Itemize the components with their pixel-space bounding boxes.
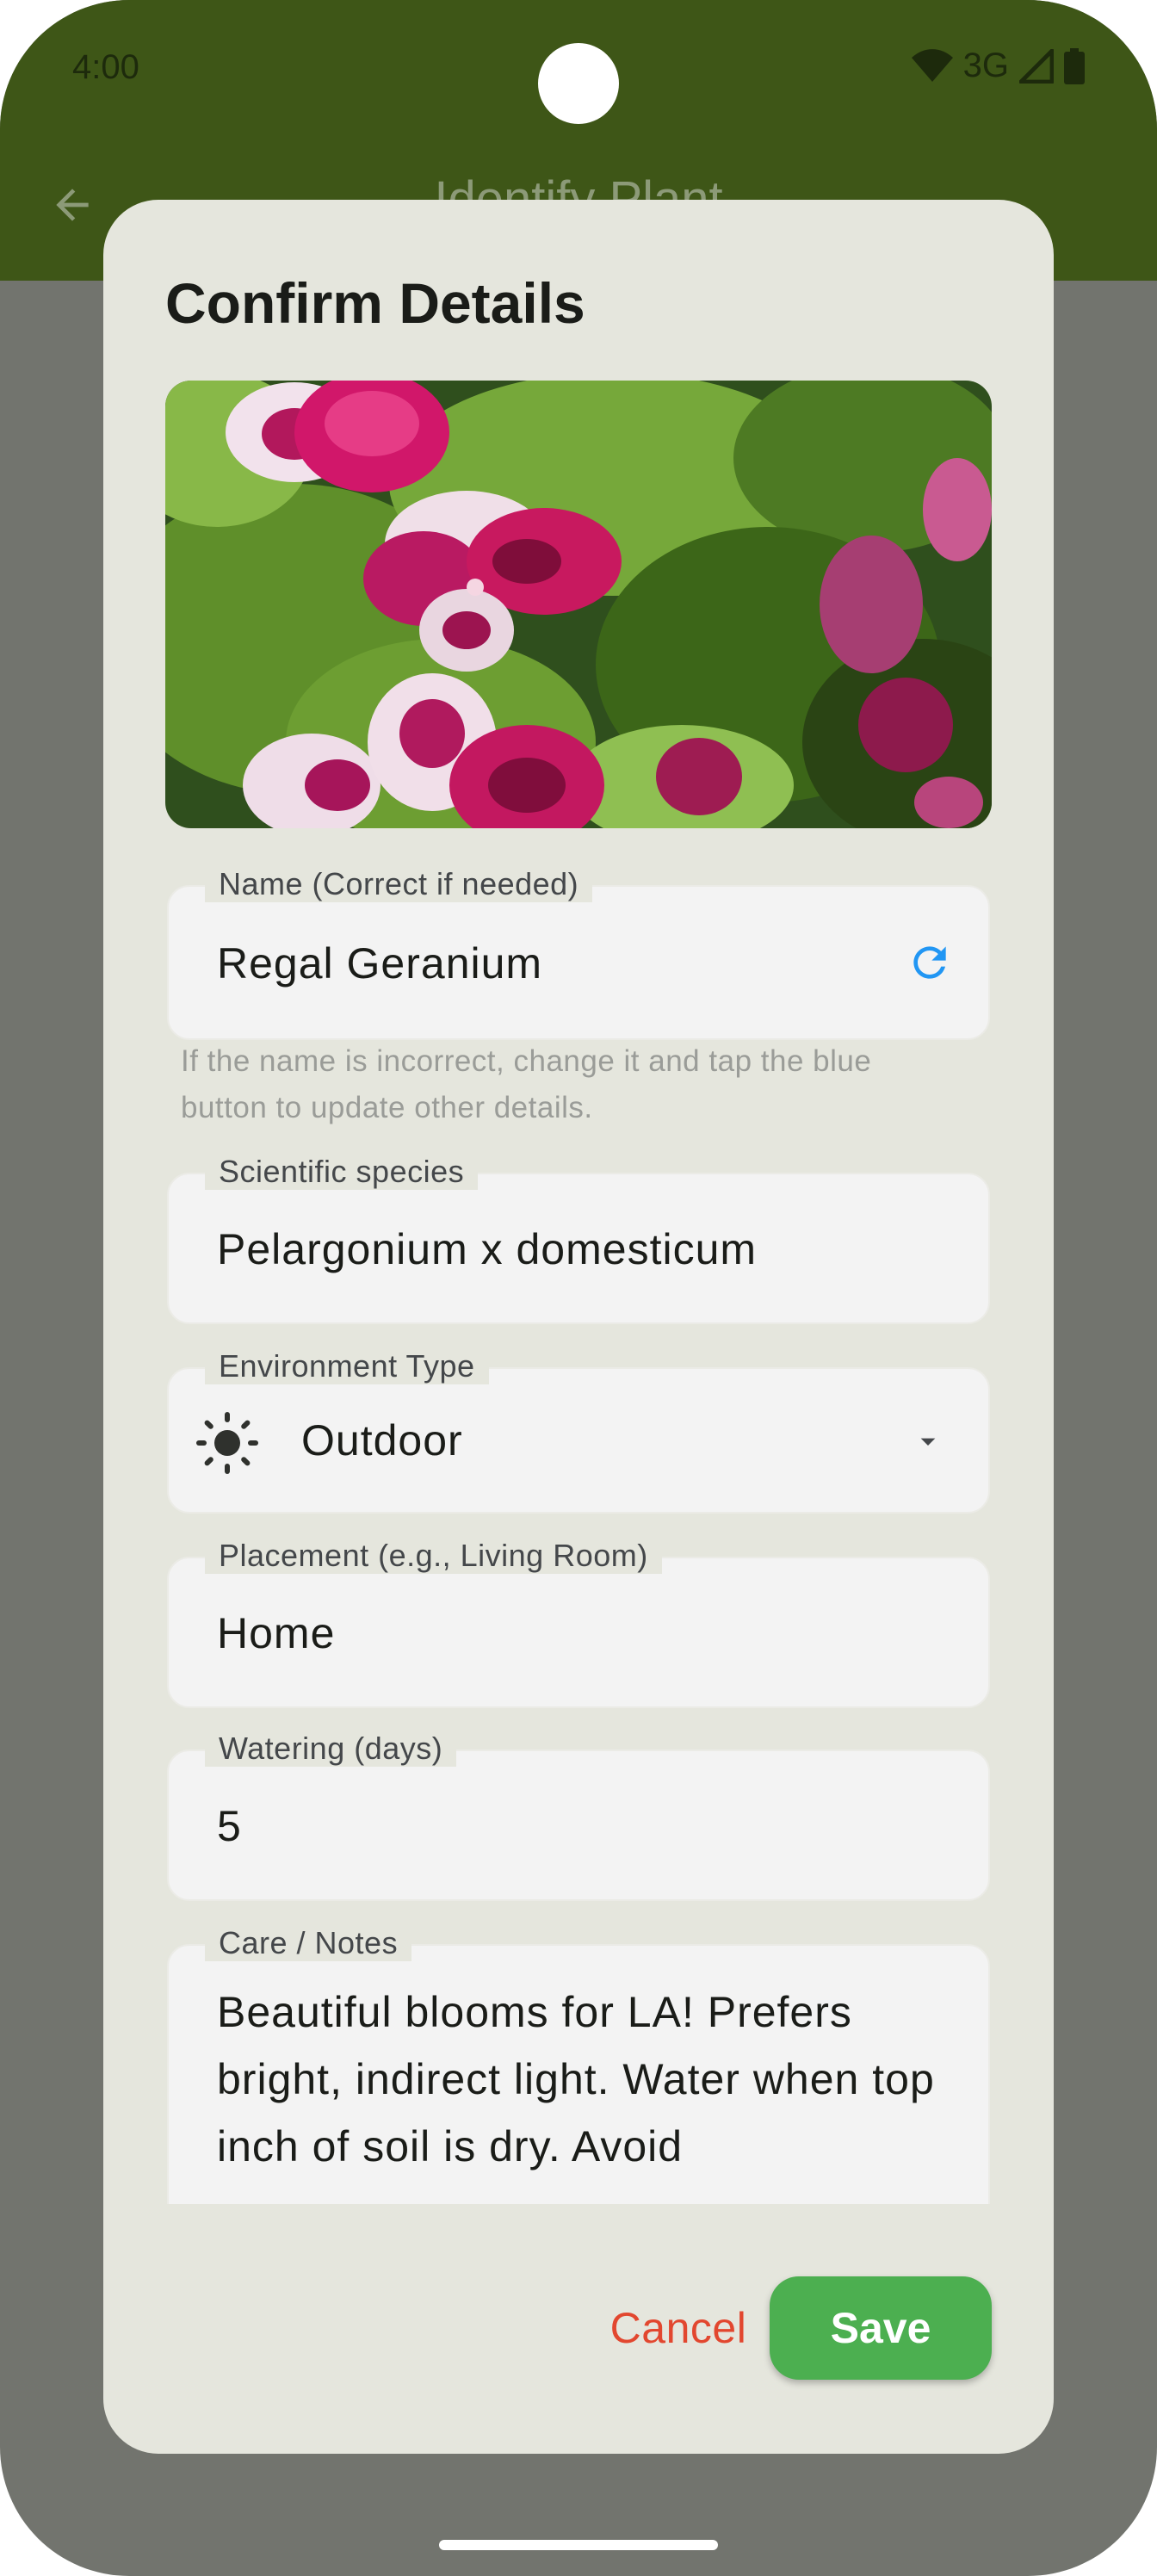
species-field-label: Scientific species	[205, 1154, 479, 1190]
environment-field-label: Environment Type	[205, 1348, 489, 1384]
species-input[interactable]: Pelargonium x domesticum	[217, 1224, 757, 1274]
name-input[interactable]: Regal Geranium	[217, 938, 542, 988]
confirm-details-dialog: Confirm Details Name (Correct if needed)…	[103, 200, 1054, 2454]
home-indicator[interactable]	[439, 2540, 718, 2550]
watering-field[interactable]: Watering (days) 5	[167, 1731, 990, 1901]
dropdown-arrow-icon[interactable]	[911, 1424, 945, 1458]
camera-cutout	[538, 43, 619, 124]
save-button[interactable]: Save	[770, 2276, 992, 2380]
notes-field[interactable]: Care / Notes Beautiful blooms for LA! Pr…	[167, 1925, 990, 2204]
network-label: 3G	[962, 46, 1009, 84]
wifi-icon	[911, 48, 953, 82]
cancel-button[interactable]: Cancel	[570, 2276, 787, 2380]
status-time: 4:00	[72, 48, 139, 86]
environment-value: Outdoor	[301, 1416, 463, 1464]
placement-input[interactable]: Home	[217, 1608, 335, 1658]
watering-field-label: Watering (days)	[205, 1731, 457, 1767]
signal-icon	[1019, 48, 1054, 84]
species-field[interactable]: Scientific species Pelargonium x domesti…	[167, 1154, 990, 1324]
status-icons: 3G	[911, 46, 1085, 85]
name-field-label: Name (Correct if needed)	[205, 866, 593, 902]
dialog-actions: Cancel Save	[103, 2276, 1054, 2383]
plant-photo	[165, 381, 992, 828]
environment-dropdown[interactable]: Environment Type Outdoor	[167, 1348, 990, 1514]
name-helper-text: If the name is incorrect, change it and …	[181, 1044, 872, 1124]
notes-field-label: Care / Notes	[205, 1925, 412, 1961]
name-field[interactable]: Name (Correct if needed) Regal Geranium	[167, 866, 990, 1040]
battery-icon	[1064, 47, 1085, 84]
device-screen: Identify Plant 4:00 3G Confirm Details	[0, 0, 1157, 2576]
placement-field[interactable]: Placement (e.g., Living Room) Home	[167, 1538, 990, 1708]
placement-field-label: Placement (e.g., Living Room)	[205, 1538, 662, 1574]
sun-icon	[196, 1412, 258, 1474]
refresh-icon[interactable]	[906, 938, 954, 987]
watering-input[interactable]: 5	[217, 1801, 242, 1851]
dialog-title: Confirm Details	[165, 271, 585, 335]
notes-textarea[interactable]: Beautiful blooms for LA! Prefers bright,…	[217, 1978, 957, 2180]
dialog-scroll-area[interactable]: Confirm Details Name (Correct if needed)…	[103, 200, 1054, 2204]
